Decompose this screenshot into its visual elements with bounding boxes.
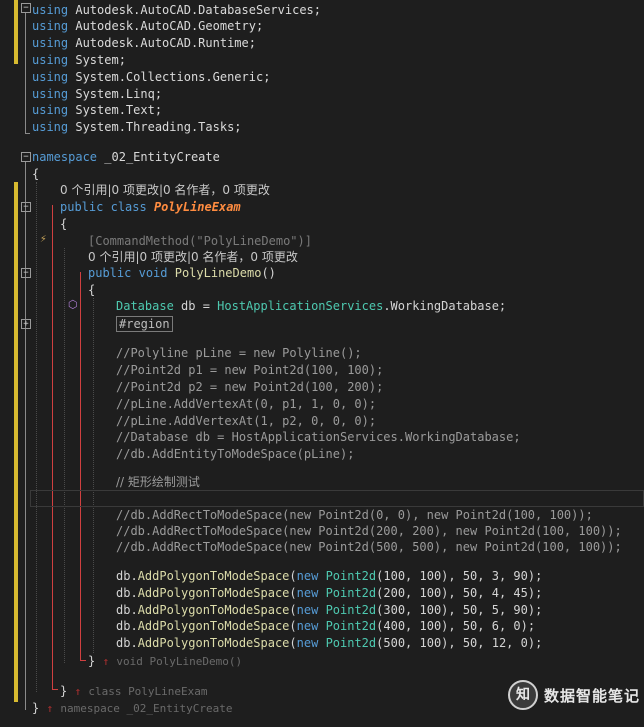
comment-line: //pLine.AddVertexAt(1, p2, 0, 0, 0);: [116, 414, 377, 428]
method-close-brace: }: [88, 654, 96, 668]
call-type: Point2d: [325, 603, 377, 617]
comment-line: //db.AddRectToModeSpace(new Point2d(200,…: [116, 524, 622, 538]
attribute-close: )]: [297, 234, 312, 248]
comment-line: //Database db = HostApplicationServices.…: [116, 430, 521, 444]
class-hostapp: HostApplicationServices: [217, 299, 384, 313]
call-method: AddPolygonToModeSpace: [137, 636, 290, 650]
method-parens: (): [261, 266, 276, 280]
call-open-paren: (: [289, 569, 297, 583]
end-namespace-hint[interactable]: namespace _02_EntityCreate: [60, 702, 232, 715]
call-object: db.: [116, 569, 138, 583]
comment-line: //Polyline pLine = new Polyline();: [116, 346, 362, 360]
collapse-toggle-namespace[interactable]: −: [21, 152, 31, 162]
call-open-paren: (: [289, 586, 297, 600]
variable-db: db =: [173, 299, 218, 313]
arrow-up-icon: ↑: [46, 702, 54, 715]
using-keyword: using: [32, 103, 69, 117]
new-keyword: new: [296, 619, 319, 633]
new-keyword: new: [296, 636, 319, 650]
codelens-method[interactable]: 0 个引用|0 项更改|0 名作者，0 项更改: [88, 249, 298, 265]
call-method: AddPolygonToModeSpace: [137, 603, 290, 617]
using-keyword: using: [32, 19, 69, 33]
arrow-up-icon: ↑: [102, 655, 110, 668]
void-keyword: void: [138, 266, 168, 280]
codelens-class[interactable]: 0 个引用|0 项更改|0 名作者，0 项更改: [60, 182, 270, 198]
comment-line: //db.AddRectToModeSpace(new Point2d(0, 0…: [116, 508, 593, 522]
call-method: AddPolygonToModeSpace: [137, 586, 290, 600]
using-namespace: Autodesk.AutoCAD.Runtime;: [75, 36, 256, 50]
collapse-toggle-class[interactable]: −: [21, 202, 31, 212]
using-keyword: using: [32, 70, 69, 84]
comment-line: //Point2d p1 = new Point2d(100, 100);: [116, 363, 384, 377]
call-open-paren: (: [289, 603, 297, 617]
using-namespace: Autodesk.AutoCAD.DatabaseServices;: [75, 3, 321, 17]
comment-line: //db.AddEntityToModeSpace(pLine);: [116, 447, 355, 461]
call-object: db.: [116, 636, 138, 650]
method-name: PolyLineDemo: [174, 266, 262, 280]
class-name: PolyLineExam: [153, 200, 241, 214]
call-method: AddPolygonToModeSpace: [137, 619, 290, 633]
watermark: 知 数据智能笔记: [507, 680, 640, 710]
current-line-highlight: [30, 490, 644, 507]
using-namespace: System.Text;: [75, 103, 163, 117]
member-workingdb: .WorkingDatabase;: [383, 299, 507, 313]
type-database: Database: [116, 299, 174, 313]
new-keyword: new: [296, 586, 319, 600]
using-namespace: System;: [75, 53, 126, 67]
call-args: (100, 100), 50, 3, 90);: [376, 569, 543, 583]
using-namespace: System.Collections.Generic;: [75, 70, 271, 84]
using-keyword: using: [32, 120, 69, 134]
using-namespace: System.Threading.Tasks;: [75, 120, 242, 134]
new-keyword: new: [296, 603, 319, 617]
namespace-name: _02_EntityCreate: [104, 150, 220, 164]
call-type: Point2d: [325, 619, 377, 633]
call-args: (300, 100), 50, 5, 90);: [376, 603, 543, 617]
call-method: AddPolygonToModeSpace: [137, 569, 290, 583]
attribute-arg: "PolyLineDemo": [196, 234, 298, 248]
call-open-paren: (: [289, 619, 297, 633]
end-class-hint[interactable]: class PolyLineExam: [88, 685, 207, 698]
public-keyword: public: [88, 266, 132, 280]
public-keyword: public: [60, 200, 104, 214]
expand-toggle-region[interactable]: +: [21, 319, 31, 329]
call-args: (400, 100), 50, 6, 0);: [376, 619, 536, 633]
class-keyword: class: [110, 200, 147, 214]
call-args: (500, 100), 50, 12, 0);: [376, 636, 543, 650]
attribute-open: [CommandMethod(: [88, 234, 197, 248]
using-namespace: System.Linq;: [75, 87, 163, 101]
region-block[interactable]: #region: [116, 316, 173, 332]
call-open-paren: (: [289, 636, 297, 650]
using-keyword: using: [32, 87, 69, 101]
watermark-text: 数据智能笔记: [543, 686, 640, 705]
using-keyword: using: [32, 3, 69, 17]
namespace-open-brace: {: [32, 167, 40, 181]
call-object: db.: [116, 619, 138, 633]
comment-line: //db.AddRectToModeSpace(new Point2d(500,…: [116, 540, 622, 554]
end-method-hint[interactable]: void PolyLineDemo(): [116, 655, 242, 668]
comment-line: //pLine.AddVertexAt(0, p1, 1, 0, 0);: [116, 397, 377, 411]
namespace-keyword: namespace: [32, 150, 98, 164]
collapse-toggle-method[interactable]: −: [21, 268, 31, 278]
using-keyword: using: [32, 36, 69, 50]
call-args: (200, 100), 50, 4, 45);: [376, 586, 543, 600]
arrow-up-icon: ↑: [74, 685, 82, 698]
class-close-brace: }: [60, 684, 68, 698]
call-type: Point2d: [325, 586, 377, 600]
using-keyword: using: [32, 53, 69, 67]
namespace-close-brace: }: [32, 701, 40, 715]
method-open-brace: {: [88, 283, 96, 297]
new-keyword: new: [296, 569, 319, 583]
class-open-brace: {: [60, 217, 68, 231]
watermark-logo-icon: 知: [507, 680, 538, 710]
using-namespace: Autodesk.AutoCAD.Geometry;: [75, 19, 264, 33]
code-editor[interactable]: − using Autodesk.AutoCAD.DatabaseService…: [0, 0, 644, 727]
call-type: Point2d: [325, 569, 377, 583]
call-object: db.: [116, 586, 138, 600]
call-object: db.: [116, 603, 138, 617]
comment-rect-test: // 矩形绘制测试: [116, 475, 200, 489]
call-type: Point2d: [325, 636, 377, 650]
comment-line: //Point2d p2 = new Point2d(100, 200);: [116, 380, 384, 394]
